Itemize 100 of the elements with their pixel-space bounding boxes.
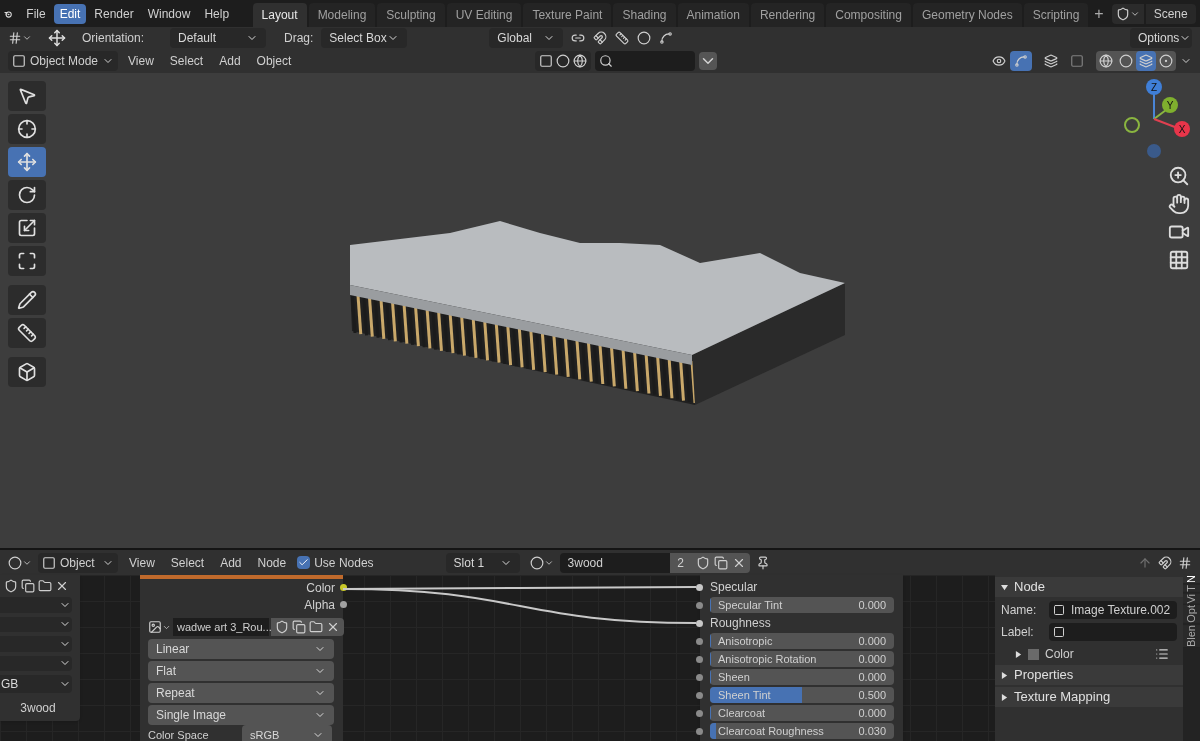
workspace-tab[interactable]: Texture Paint [523, 3, 612, 27]
falloff-icon[interactable] [659, 31, 674, 45]
add-cube-tool[interactable] [8, 357, 46, 387]
menu-item[interactable]: Edit [53, 3, 87, 24]
node-dropdown[interactable] [0, 636, 72, 652]
scene-type-button[interactable] [1111, 3, 1144, 24]
user-count[interactable]: 2 [669, 552, 692, 573]
editor-type-button[interactable] [8, 555, 32, 570]
transform-tool[interactable] [8, 246, 46, 276]
panel-header[interactable]: Node [995, 577, 1183, 597]
scene-field[interactable]: Scene [1145, 3, 1196, 24]
workspace-tab[interactable]: Geometry Nodes [912, 3, 1022, 27]
viewport-menu[interactable]: View [122, 52, 160, 70]
orientation-dropdown[interactable]: Default [170, 28, 266, 48]
value-slider[interactable]: Clearcoat Roughness 0.030 [710, 723, 894, 739]
node-dropdown[interactable] [0, 616, 72, 632]
visibility-icon[interactable] [992, 54, 1006, 68]
pin-icon[interactable] [755, 555, 770, 570]
duplicate-icon[interactable] [713, 555, 728, 570]
ruler-icon[interactable] [615, 31, 630, 45]
input-socket[interactable] [696, 637, 703, 645]
sidebar-tab[interactable]: T [1183, 584, 1200, 592]
workspace-tab[interactable]: Layout [252, 3, 307, 27]
add-workspace-button[interactable]: + [1090, 1, 1108, 26]
shield-icon[interactable] [275, 620, 289, 634]
input-socket[interactable] [696, 709, 703, 717]
shader-type-dropdown[interactable]: Object [38, 552, 118, 573]
workspace-tab[interactable]: Compositing [826, 3, 911, 27]
snap-icon[interactable] [1158, 555, 1172, 570]
output-socket[interactable] [340, 601, 347, 608]
viewport-menu[interactable]: Add [213, 52, 247, 70]
move-tool[interactable] [8, 147, 46, 177]
value-slider[interactable]: Anisotropic Rotation 0.000 [710, 651, 894, 667]
color-space-dropdown[interactable]: sRGB [242, 725, 332, 741]
color-subpanel[interactable]: Color [995, 645, 1183, 663]
menu-item[interactable]: Window [141, 3, 197, 24]
panel-header[interactable]: Properties [995, 665, 1183, 685]
grid-icon[interactable] [1168, 249, 1190, 271]
drag-dropdown[interactable]: Select Box [321, 28, 408, 48]
text-field[interactable] [1049, 623, 1177, 641]
input-socket[interactable] [696, 601, 703, 609]
workspace-tab[interactable]: Rendering [750, 3, 825, 27]
duplicate-icon[interactable] [21, 579, 35, 593]
select-box-tool[interactable] [8, 81, 46, 111]
text-field[interactable]: Image Texture.002 [1049, 601, 1177, 619]
close-icon[interactable] [326, 620, 340, 634]
node-dropdown[interactable] [0, 597, 72, 613]
value-slider[interactable]: Sheen Tint 0.500 [710, 687, 894, 703]
snap-icon[interactable] [593, 31, 608, 45]
material-shading-button[interactable] [1136, 51, 1156, 71]
hand-icon[interactable] [1168, 193, 1190, 215]
mode-dropdown[interactable]: Object Mode [8, 51, 119, 71]
folder-icon[interactable] [309, 620, 323, 634]
input-socket[interactable] [696, 583, 703, 591]
cursor-tool[interactable] [8, 114, 46, 144]
sidebar-tab[interactable]: Vi [1183, 593, 1200, 604]
measure-tool[interactable] [8, 318, 46, 348]
value-slider[interactable]: Anisotropic 0.000 [710, 633, 894, 649]
menu-item[interactable]: Render [88, 3, 140, 24]
workspace-tab[interactable]: Modeling [308, 3, 376, 27]
panel-header[interactable]: Texture Mapping [995, 687, 1183, 707]
folder-icon[interactable] [38, 579, 52, 593]
gizmo-toggle[interactable] [1010, 51, 1032, 71]
menu-item[interactable]: File [20, 3, 52, 24]
image-name-field[interactable]: wadwe art 3_Rou... [173, 618, 269, 636]
grid-icon[interactable] [1178, 555, 1192, 570]
overlay-icon[interactable] [1044, 54, 1058, 68]
square-icon[interactable] [539, 54, 554, 68]
input-socket[interactable] [696, 673, 703, 681]
node-panel[interactable]: GB 3wood [0, 575, 80, 721]
viewport-menu[interactable]: Object [250, 52, 298, 70]
move-icon[interactable] [48, 29, 66, 47]
proportional-edit-icon[interactable] [637, 31, 652, 45]
input-socket[interactable] [696, 619, 703, 627]
node-menu[interactable]: Add [215, 553, 247, 572]
node-dropdown[interactable]: Linear [148, 639, 334, 659]
slot-dropdown[interactable]: Slot 1 [445, 552, 520, 573]
workspace-tab[interactable]: Animation [677, 3, 749, 27]
sidebar-tab[interactable]: Blen [1183, 625, 1200, 648]
options-dropdown[interactable]: Options [1130, 28, 1192, 48]
node-dropdown[interactable]: Repeat [148, 683, 334, 703]
globe-icon[interactable] [573, 54, 588, 68]
workspace-tab[interactable]: Shading [613, 3, 676, 27]
node-menu[interactable]: View [124, 553, 160, 572]
node-dropdown[interactable] [0, 655, 72, 671]
zoom-icon[interactable] [1168, 165, 1190, 187]
sidebar-tab[interactable]: N [1183, 575, 1200, 583]
use-nodes-checkbox[interactable]: Use Nodes [297, 553, 374, 572]
annotate-tool[interactable] [8, 285, 46, 315]
viewport-menu[interactable]: Select [163, 52, 210, 70]
workspace-tab[interactable]: Sculpting [377, 3, 445, 27]
input-socket[interactable] [696, 691, 703, 699]
value-slider[interactable]: Sheen 0.000 [710, 669, 894, 685]
transform-orientation-dropdown[interactable]: Global [489, 28, 564, 48]
output-socket[interactable] [340, 584, 347, 591]
shield-icon[interactable] [695, 555, 710, 570]
search-field[interactable] [595, 51, 696, 71]
node-dropdown[interactable]: Single Image [148, 705, 334, 725]
input-socket[interactable] [696, 655, 703, 663]
chevron-icon[interactable] [699, 52, 718, 70]
